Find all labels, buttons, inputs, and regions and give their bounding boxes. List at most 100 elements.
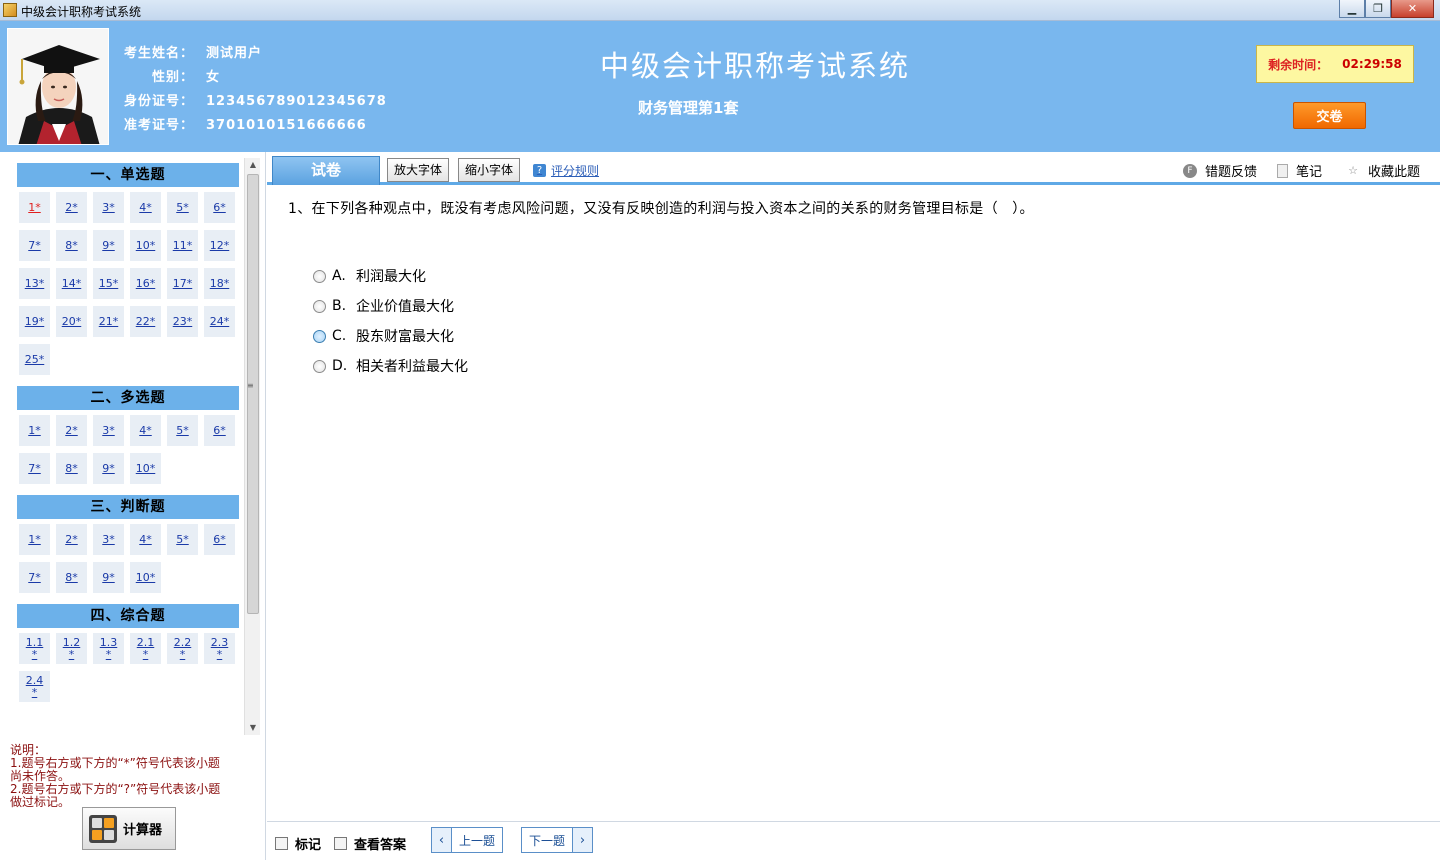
question-number-button[interactable]: 7* — [18, 452, 51, 485]
question-number-part: 2.3 — [210, 635, 229, 649]
question-number-button[interactable]: 8* — [55, 561, 88, 594]
question-number-button[interactable]: 12* — [203, 229, 236, 262]
option-d-radio[interactable] — [313, 359, 326, 373]
question-number-button[interactable]: 2* — [55, 191, 88, 224]
question-number-button[interactable]: 3* — [92, 414, 125, 447]
chevron-left-icon: ‹ — [432, 828, 452, 852]
scroll-up-arrow-icon[interactable]: ▲ — [245, 158, 261, 172]
question-number-button[interactable]: 2* — [55, 523, 88, 556]
question-number-button[interactable]: 25* — [18, 343, 51, 376]
question-grid: 1* 2* 3* 4* 5* 6* 7* 8* 9* 10* — [10, 410, 246, 490]
question-number-button[interactable]: 2.1 * — [129, 632, 162, 665]
shrink-font-button[interactable]: 缩小字体 — [458, 158, 521, 182]
error-feedback-button[interactable]: F 错题反馈 — [1183, 161, 1257, 180]
exam-title: 中级会计职称考试系统 — [600, 49, 911, 83]
option-a[interactable]: A. 利润最大化 — [313, 266, 426, 286]
notes-label: 笔记 — [1296, 165, 1323, 180]
question-number-button[interactable]: 8* — [55, 452, 88, 485]
question-number-button[interactable]: 2.3 * — [203, 632, 236, 665]
view-answer-checkbox[interactable]: 查看答案 — [334, 834, 406, 853]
question-number-button[interactable]: 1.1 * — [18, 632, 51, 665]
question-grid: 1* 2* 3* 4* 5* 6* 7* 8* 9* 10* — [10, 519, 246, 599]
question-number-button[interactable]: 6* — [203, 191, 236, 224]
option-a-radio[interactable] — [313, 269, 326, 283]
question-number-button[interactable]: 17* — [166, 267, 199, 300]
question-number-button[interactable]: 15* — [92, 267, 125, 300]
candidate-photo — [7, 28, 109, 145]
enlarge-font-button[interactable]: 放大字体 — [387, 158, 450, 182]
option-d[interactable]: D. 相关者利益最大化 — [313, 356, 468, 376]
option-c[interactable]: C. 股东财富最大化 — [313, 326, 454, 346]
question-number-button[interactable]: 8* — [55, 229, 88, 262]
question-number-button[interactable]: 18* — [203, 267, 236, 300]
question-number-button[interactable]: 20* — [55, 305, 88, 338]
notes-button[interactable]: 笔记 — [1277, 161, 1322, 180]
calculator-button[interactable]: 计算器 — [82, 807, 176, 850]
question-number-button[interactable]: 10* — [129, 561, 162, 594]
option-b[interactable]: B. 企业价值最大化 — [313, 296, 454, 316]
candidate-gender-label: 性别： — [151, 70, 194, 85]
question-number-button[interactable]: 5* — [166, 523, 199, 556]
question-number-button[interactable]: 4* — [129, 191, 162, 224]
question-number-button[interactable]: 2.2 * — [166, 632, 199, 665]
candidate-name-label: 考生姓名： — [123, 46, 194, 61]
question-number-button[interactable]: 13* — [18, 267, 51, 300]
prev-question-button[interactable]: ‹ 上一题 — [431, 827, 504, 853]
help-icon: ? — [533, 164, 546, 177]
question-number-button[interactable]: 4* — [129, 414, 162, 447]
question-number-button[interactable]: 21* — [92, 305, 125, 338]
question-number-button[interactable]: 6* — [203, 523, 236, 556]
question-number-button[interactable]: 9* — [92, 229, 125, 262]
question-number-button[interactable]: 1* — [18, 191, 51, 224]
question-grid: 1.1 * 1.2 * 1.3 * 2.1 * 2.2 * 2.3 * 2.4 * — [10, 628, 246, 708]
question-number-button[interactable]: 1* — [18, 523, 51, 556]
question-number-button[interactable]: 1.3 * — [92, 632, 125, 665]
question-number-button[interactable]: 9* — [92, 561, 125, 594]
question-number-button[interactable]: 10* — [129, 452, 162, 485]
mark-checkbox[interactable]: 标记 — [275, 834, 321, 853]
mark-label: 标记 — [295, 838, 322, 853]
question-number-part: * — [31, 685, 38, 699]
question-number-button[interactable]: 3* — [92, 191, 125, 224]
scroll-thumb[interactable] — [247, 174, 259, 614]
question-number-button[interactable]: 10* — [129, 229, 162, 262]
question-number-button[interactable]: 1* — [18, 414, 51, 447]
question-number-button[interactable]: 7* — [18, 229, 51, 262]
question-navigator: 一、单选题 1* 2* 3* 4* 5* 6* 7* 8* 9* 10* 11* 12* 13* 14* 15… — [0, 152, 266, 860]
question-number-button[interactable]: 16* — [129, 267, 162, 300]
submit-exam-button[interactable]: 交卷 — [1293, 102, 1366, 129]
view-answer-label: 查看答案 — [354, 838, 407, 853]
question-number-button[interactable]: 1.2 * — [55, 632, 88, 665]
question-number-button[interactable]: 24* — [203, 305, 236, 338]
close-button[interactable]: ✕ — [1391, 0, 1434, 18]
question-number-button[interactable]: 19* — [18, 305, 51, 338]
maximize-button[interactable]: ❐ — [1365, 0, 1391, 18]
question-number-button[interactable]: 23* — [166, 305, 199, 338]
question-number-button[interactable]: 2.4 * — [18, 670, 51, 703]
question-number-button[interactable]: 6* — [203, 414, 236, 447]
question-list-scrollbar[interactable]: ▲ ≡ ▼ — [244, 158, 260, 735]
option-text: 利润最大化 — [356, 269, 426, 285]
note-icon — [1277, 163, 1288, 178]
option-b-radio[interactable] — [313, 299, 326, 313]
tab-paper[interactable]: 试卷 — [272, 156, 380, 185]
question-number-button[interactable]: 5* — [166, 191, 199, 224]
question-number-button[interactable]: 11* — [166, 229, 199, 262]
question-number-button[interactable]: 3* — [92, 523, 125, 556]
scoring-rules-link[interactable]: ? 评分规则 — [533, 162, 599, 179]
mark-checkbox-box[interactable] — [275, 837, 288, 850]
question-number-button[interactable]: 4* — [129, 523, 162, 556]
question-number-button[interactable]: 2* — [55, 414, 88, 447]
question-number-button[interactable]: 7* — [18, 561, 51, 594]
view-answer-checkbox-box[interactable] — [334, 837, 347, 850]
scroll-down-arrow-icon[interactable]: ▼ — [245, 721, 261, 735]
next-question-button[interactable]: 下一题 › — [521, 827, 594, 853]
question-number-button[interactable]: 9* — [92, 452, 125, 485]
option-c-radio[interactable] — [313, 329, 326, 343]
favorite-button[interactable]: ☆ 收藏此题 — [1346, 161, 1420, 180]
chevron-right-icon: › — [572, 828, 593, 852]
question-number-button[interactable]: 14* — [55, 267, 88, 300]
minimize-button[interactable]: ▁ — [1339, 0, 1365, 18]
question-number-button[interactable]: 5* — [166, 414, 199, 447]
question-number-button[interactable]: 22* — [129, 305, 162, 338]
